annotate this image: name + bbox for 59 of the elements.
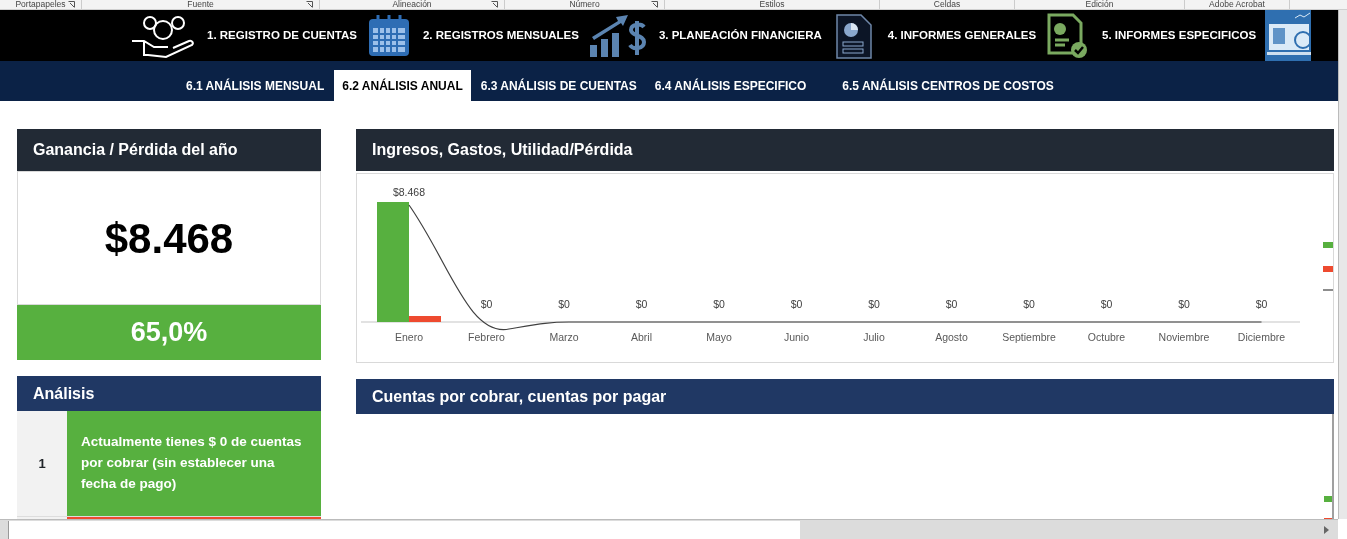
tab[interactable]: 6.2 ANÁLISIS ANUAL [334,70,471,101]
nav-link[interactable]: 2. REGISTROS MENSUALES [411,26,588,45]
analysis-message: Actualmente tienes $ 0 de cuentas por cobrar (sin establecer una fecha de pago) [67,411,321,516]
value-label: $0 [1100,298,1113,310]
panel-title: Ganancia / Pérdida del año [17,129,321,171]
dialog-launcher-icon[interactable] [306,1,313,8]
ribbon-group-label: Número [569,0,600,9]
value-label: $0 [945,298,958,310]
ribbon-group-label: Estilos [759,0,785,9]
panel-title: Ingresos, Gastos, Utilidad/Pérdida [356,129,1334,171]
ribbon-group-label: Alineación [392,0,432,9]
axis-label: Abril [631,331,652,343]
value-label: $0 [868,298,880,310]
axis-label: Septiembre [1002,331,1056,343]
axis-label: Marzo [549,331,579,343]
value-label: $0 [558,298,570,310]
axis-label: Enero [395,331,423,343]
nav-link[interactable]: 3. PLANEACIÓN FINANCIERA [647,26,831,45]
value-label: $0 [1255,298,1268,310]
ribbon-group-label: Celdas [933,0,961,9]
legend-drawing [1322,242,1333,291]
axis-label: Noviembre [1158,331,1210,343]
row-number: 1 [17,411,67,516]
nav-link[interactable]: 1. REGISTRO DE CUENTAS [196,26,366,45]
axis-label: Octubre [1087,331,1126,343]
laptop-icon[interactable] [1265,10,1312,61]
value-label: $0 [1023,298,1035,310]
profit-percentage: 65,0% [17,305,321,360]
panel-title: Cuentas por cobrar, cuentas por pagar [356,379,1334,414]
value-label: $0 [480,298,493,310]
value-label: $0 [713,298,725,310]
axis-label: Mayo [706,331,732,343]
dialog-launcher-icon[interactable] [491,1,498,8]
nav-link[interactable]: 4. INFORMES GENERALES [876,26,1046,45]
dialog-launcher-icon[interactable] [651,1,658,8]
profit-amount: $8.468 [17,171,321,305]
ribbon-group-label: Edición [1085,0,1114,9]
ribbon-group-label: Fuente [187,0,214,9]
axis-label: Diciembre [1237,331,1286,343]
axis-label: Junio [783,331,810,343]
tab[interactable]: 6.1 ANÁLISIS MENSUAL [178,70,333,101]
value-label: $0 [635,298,648,310]
tab[interactable]: 6.4 ANÁLISIS ESPECIFICO [646,70,815,101]
growth-chart-icon[interactable] [587,12,648,59]
value-label: $0 [790,298,803,310]
value-label: $8.468 [392,186,426,198]
vertical-scrollbar[interactable] [1338,10,1347,519]
dialog-launcher-icon[interactable] [68,1,75,8]
axis-label: Julio [863,331,885,343]
ribbon-group-label: Adobe Acrobat [1209,0,1265,9]
axis-label: Agosto [935,331,968,343]
ribbon-group-label: Portapapeles [15,0,66,9]
legend-swatch [1324,496,1332,502]
tab[interactable]: 6.5 ANÁLISIS CENTROS DE COSTOS [834,70,1062,101]
panel-title: Análisis [17,376,321,411]
axis-label: Febrero [468,331,505,343]
tab[interactable]: 6.3 ANÁLISIS DE CUENTAS [472,70,645,101]
value-label: $0 [1178,298,1190,310]
nav-link[interactable]: 5. INFORMES ESPECIFICOS [1091,26,1266,45]
